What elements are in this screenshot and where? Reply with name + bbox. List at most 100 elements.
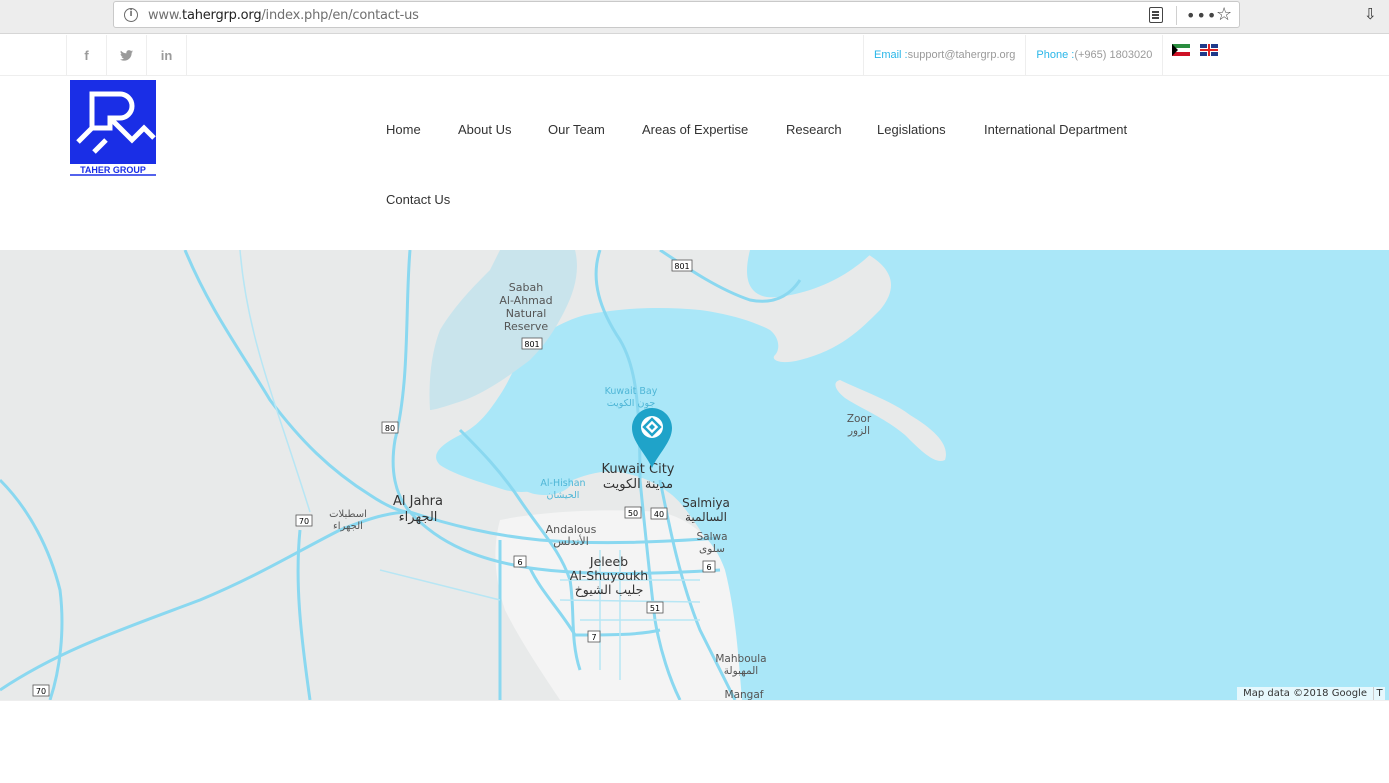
page-actions-icon[interactable]: ••• bbox=[1186, 6, 1217, 25]
svg-text:70: 70 bbox=[36, 687, 46, 696]
svg-text:اسطبلات: اسطبلات bbox=[329, 509, 367, 520]
facebook-icon[interactable]: f bbox=[67, 35, 107, 75]
svg-text:Jeleeb: Jeleeb bbox=[589, 554, 628, 569]
svg-text:51: 51 bbox=[650, 604, 660, 613]
svg-text:Salmiya: Salmiya bbox=[682, 496, 730, 510]
logo-text: TAHER GROUP bbox=[80, 165, 146, 175]
svg-text:الحيشان: الحيشان bbox=[547, 490, 580, 501]
svg-text:Sabah: Sabah bbox=[509, 281, 543, 294]
svg-text:جون الكويت: جون الكويت bbox=[607, 398, 656, 409]
route-shield-801-top: 801 bbox=[671, 259, 693, 272]
bookmark-star-icon[interactable]: ☆ bbox=[1216, 4, 1232, 25]
route-shield-7: 7 bbox=[587, 630, 601, 643]
taher-group-logo[interactable]: TAHER GROUP bbox=[70, 80, 156, 176]
site-header: TAHER GROUP Home About Us Our Team Areas… bbox=[0, 76, 1389, 250]
phone-contact[interactable]: Phone : (+965) 1803020 bbox=[1025, 35, 1162, 75]
linkedin-icon[interactable]: in bbox=[147, 35, 187, 75]
svg-text:سلوى: سلوى bbox=[699, 543, 725, 555]
nav-home[interactable]: Home bbox=[386, 122, 421, 137]
url-separator bbox=[1176, 6, 1177, 25]
svg-text:Kuwait Bay: Kuwait Bay bbox=[605, 386, 658, 397]
nav-contact-us[interactable]: Contact Us bbox=[386, 192, 450, 207]
url-path: /index.php/en/contact-us bbox=[261, 8, 419, 23]
svg-text:الجهراء: الجهراء bbox=[399, 510, 438, 525]
svg-text:801: 801 bbox=[524, 340, 539, 349]
nav-international-department[interactable]: International Department bbox=[984, 122, 1127, 137]
bay-inlet bbox=[747, 250, 875, 298]
svg-text:السالمية: السالمية bbox=[685, 510, 727, 524]
svg-text:الأندلس: الأندلس bbox=[553, 534, 589, 548]
label-al-jahra: Al Jahra الجهراء bbox=[393, 494, 443, 525]
svg-text:الزور: الزور bbox=[847, 425, 870, 437]
svg-text:6: 6 bbox=[517, 558, 522, 567]
svg-text:المهبولة: المهبولة bbox=[724, 665, 758, 677]
nav-legislations[interactable]: Legislations bbox=[877, 122, 946, 137]
label-kuwait-bay: Kuwait Bay جون الكويت bbox=[605, 386, 658, 409]
route-shield-6-west: 6 bbox=[513, 555, 527, 568]
svg-text:الجهراء: الجهراء bbox=[333, 521, 363, 532]
route-shield-801: 801 bbox=[521, 337, 543, 350]
label-salmiya: Salmiya السالمية bbox=[682, 496, 730, 524]
label-kuwait-city: Kuwait City مدينة الكويت bbox=[601, 462, 674, 492]
svg-text:Zoor: Zoor bbox=[847, 413, 872, 425]
map-terms-link[interactable]: T bbox=[1373, 687, 1385, 700]
twitter-icon[interactable] bbox=[107, 35, 147, 75]
nav-about-us[interactable]: About Us bbox=[458, 122, 511, 137]
svg-text:Al Jahra: Al Jahra bbox=[393, 494, 443, 509]
svg-text:80: 80 bbox=[385, 424, 395, 433]
email-label: Email : bbox=[874, 49, 908, 61]
label-salwa: Salwa سلوى bbox=[696, 531, 727, 555]
browser-toolbar: i www.tahergrp.org/index.php/en/contact-… bbox=[0, 0, 1389, 34]
address-bar[interactable]: i www.tahergrp.org/index.php/en/contact-… bbox=[113, 1, 1240, 28]
uk-flag-icon[interactable] bbox=[1200, 44, 1219, 56]
svg-text:70: 70 bbox=[299, 517, 309, 526]
reader-view-icon[interactable] bbox=[1149, 7, 1163, 23]
label-zoor: Zoor الزور bbox=[847, 413, 872, 437]
site-info-icon[interactable]: i bbox=[124, 8, 138, 22]
svg-text:Al-Hishan: Al-Hishan bbox=[540, 478, 585, 489]
map-attribution: Map data ©2018 Google T bbox=[1237, 687, 1385, 700]
email-value[interactable]: support@tahergrp.org bbox=[908, 49, 1016, 61]
library-icon[interactable]: ⇩ bbox=[1364, 5, 1380, 23]
svg-text:Reserve: Reserve bbox=[504, 320, 548, 333]
route-shield-6-east: 6 bbox=[702, 560, 716, 573]
svg-text:40: 40 bbox=[654, 510, 664, 519]
nav-research[interactable]: Research bbox=[786, 122, 842, 137]
svg-text:Al-Ahmad: Al-Ahmad bbox=[499, 294, 552, 307]
url-text[interactable]: www.tahergrp.org/index.php/en/contact-us bbox=[148, 8, 419, 23]
route-shield-50: 50 bbox=[624, 506, 642, 519]
route-shield-51: 51 bbox=[646, 601, 664, 614]
route-shield-70-bottom: 70 bbox=[32, 684, 50, 697]
route-shield-70: 70 bbox=[295, 514, 313, 527]
label-istablat: اسطبلات الجهراء bbox=[329, 509, 367, 532]
phone-value[interactable]: (+965) 1803020 bbox=[1074, 49, 1152, 61]
phone-label: Phone : bbox=[1036, 49, 1075, 61]
map-credit-text: Map data ©2018 Google bbox=[1243, 688, 1367, 699]
svg-text:Natural: Natural bbox=[506, 307, 547, 320]
svg-text:7: 7 bbox=[591, 633, 596, 642]
svg-text:Salwa: Salwa bbox=[696, 531, 727, 543]
url-domain: tahergrp.org bbox=[182, 8, 262, 23]
url-prefix: www. bbox=[148, 8, 183, 23]
route-shield-40: 40 bbox=[650, 507, 668, 520]
google-map[interactable]: 801 801 80 70 70 50 40 6 6 51 7 Sabah Al… bbox=[0, 250, 1389, 700]
svg-text:Kuwait City: Kuwait City bbox=[601, 462, 674, 477]
top-info-bar: f in Email : support@tahergrp.org Phone … bbox=[0, 35, 1389, 76]
page-footer-space bbox=[0, 700, 1389, 783]
contact-strip: Email : support@tahergrp.org Phone : (+9… bbox=[863, 35, 1228, 75]
map-canvas[interactable]: 801 801 80 70 70 50 40 6 6 51 7 Sabah Al… bbox=[0, 250, 1389, 700]
nav-our-team[interactable]: Our Team bbox=[548, 122, 605, 137]
label-al-hishan: Al-Hishan الحيشان bbox=[540, 478, 585, 501]
label-mangaf: Mangaf bbox=[725, 689, 764, 700]
route-shield-80: 80 bbox=[381, 421, 399, 434]
social-links: f in bbox=[66, 35, 187, 75]
svg-text:جليب الشيوخ: جليب الشيوخ bbox=[575, 582, 644, 598]
svg-text:50: 50 bbox=[628, 509, 638, 518]
svg-text:Al-Shuyoukh: Al-Shuyoukh bbox=[570, 568, 648, 583]
kuwait-flag-icon[interactable] bbox=[1172, 44, 1191, 56]
language-switcher bbox=[1162, 35, 1228, 75]
svg-text:Mahboula: Mahboula bbox=[715, 653, 766, 665]
svg-text:6: 6 bbox=[706, 563, 711, 572]
nav-areas-of-expertise[interactable]: Areas of Expertise bbox=[642, 122, 748, 137]
email-contact[interactable]: Email : support@tahergrp.org bbox=[863, 35, 1025, 75]
